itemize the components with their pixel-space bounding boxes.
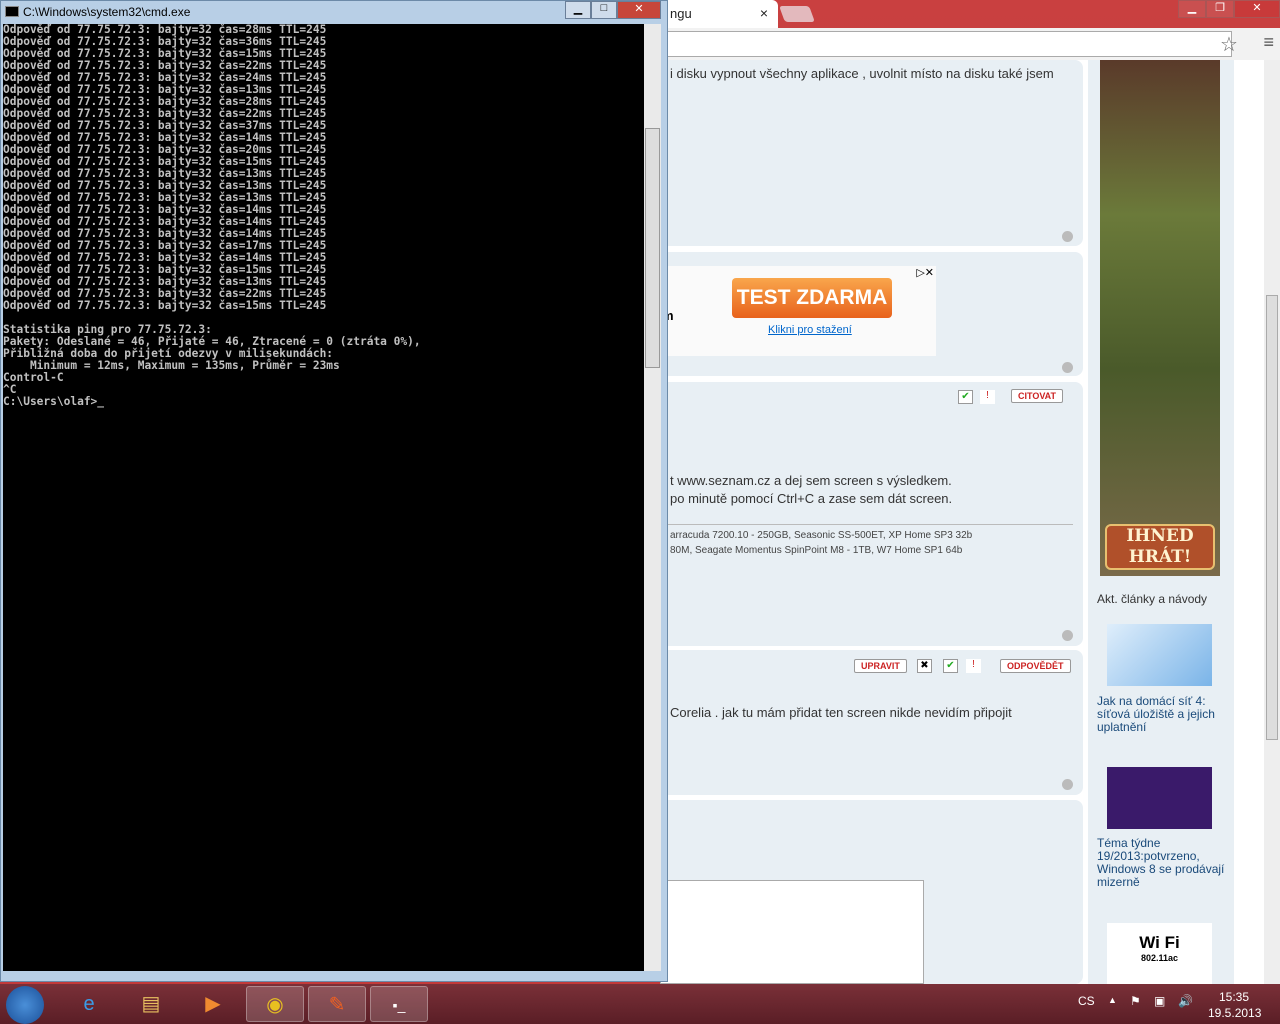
reply-area [660,800,1083,984]
address-bar[interactable] [660,31,1232,57]
web-page: i disku vypnout všechny aplikace , uvoln… [660,60,1264,985]
volume-icon[interactable]: 🔊 [1178,994,1193,1008]
scroll-top-icon[interactable] [1062,231,1073,242]
post-text: po minutě pomocí Ctrl+C a zase sem dát s… [670,491,953,506]
scroll-top-icon[interactable] [1062,630,1073,641]
article-link[interactable]: Jak na domácí síť 4: síťová úložiště a j… [1097,695,1225,734]
tab-title: ngu [670,6,692,21]
advertisement[interactable]: m TEST ZDARMA Klikni pro stažení ▷✕ [660,266,936,356]
cmd-icon [5,6,19,17]
browser-tab[interactable]: ngu × [660,0,778,28]
show-hidden-icons[interactable]: ▲ [1108,995,1117,1005]
ping-reply-line: Odpověď od 77.75.72.3: bajty=32 čas=15ms… [3,299,327,312]
maximize-button[interactable]: □ [591,1,617,19]
console-line: C:\Users\olaf>_ [3,395,105,408]
wifi-logo: Wi Fi [1139,933,1180,952]
bookmark-star-icon[interactable]: ☆ [1220,32,1238,57]
ad-link[interactable]: Klikni pro stažení [768,324,852,336]
minimize-button[interactable]: ▁ [565,1,591,19]
reply-textarea[interactable] [660,880,924,984]
play-now-button[interactable]: IHNED HRÁT! [1105,524,1215,570]
console-line: Minimum = 12ms, Maximum = 135ms, Průměr … [3,359,340,372]
signature-line: 80M, Seagate Momentus SpinPoint M8 - 1TB… [670,545,963,556]
action-center-flag-icon[interactable]: ⚑ [1130,994,1141,1008]
delete-icon[interactable]: ✖ [917,659,932,673]
restore-button[interactable]: ❐ [1206,0,1234,18]
ad-close-icon[interactable]: ▷✕ [916,266,934,279]
cmd-title-text: C:\Windows\system32\cmd.exe [23,5,191,19]
media-player-taskbar-button[interactable]: ▶ [184,986,242,1022]
new-tab-button[interactable] [779,6,815,22]
chrome-taskbar-button[interactable]: ◉ [246,986,304,1022]
windows8-article-thumbnail[interactable] [1107,767,1212,829]
report-icon[interactable]: ! [980,390,995,404]
chrome-window: ngu × ▁ ❐ ✕ ☆ ≡ i disku vypnout všechny apl… [660,0,1280,985]
signature-divider [668,524,1073,525]
quote-button[interactable]: CITOVAT [1011,389,1063,403]
sidebar-heading: Akt. články a návody [1097,592,1208,606]
post-3: UPRAVIT ✖ ✔ ! ODPOVĚDĚT Corelia . jak tu… [660,650,1083,795]
close-button[interactable]: ✕ [617,1,661,19]
scroll-top-icon[interactable] [1062,362,1073,373]
sidebar: IHNED HRÁT! Akt. články a návody Jak na … [1088,60,1234,985]
cmd-window-controls: ▁ □ ✕ [565,1,661,19]
game-ad-image[interactable]: IHNED HRÁT! [1100,60,1220,576]
signature-line: arracuda 7200.10 - 250GB, Seasonic SS-50… [670,530,973,541]
reply-button[interactable]: ODPOVĚDĚT [1000,659,1071,673]
scrollbar-thumb[interactable] [1266,295,1278,740]
window-controls: ▁ ❐ ✕ [1178,0,1280,18]
ad-button[interactable]: TEST ZDARMA [732,278,892,318]
post-1: i disku vypnout všechny aplikace , uvoln… [660,60,1083,246]
start-button[interactable] [6,986,44,1024]
console-scrollbar[interactable] [644,24,661,971]
like-icon[interactable]: ✔ [958,390,973,404]
ad-block: m TEST ZDARMA Klikni pro stažení ▷✕ [660,252,1083,376]
explorer-taskbar-button[interactable]: ▤ [122,986,180,1022]
menu-icon[interactable]: ≡ [1263,32,1274,53]
wifi-thumbnail[interactable]: Wi Fi 802.11ac [1107,923,1212,985]
close-button[interactable]: ✕ [1234,0,1280,18]
cmd-title: C:\Windows\system32\cmd.exe [5,5,190,19]
minimize-button[interactable]: ▁ [1178,0,1206,18]
console-line: Control-C [3,371,64,384]
wifi-subtitle: 802.11ac [1140,953,1179,963]
scroll-top-icon[interactable] [1062,779,1073,790]
report-icon[interactable]: ! [966,659,981,673]
post-2: ✔ ! CITOVAT t www.seznam.cz a dej sem sc… [660,382,1083,646]
network-article-thumbnail[interactable] [1107,624,1212,686]
cmd-window: C:\Windows\system32\cmd.exe ▁ □ ✕ Odpověď … [0,0,668,982]
network-icon[interactable]: ▣ [1154,994,1165,1008]
console-output[interactable]: Odpověď od 77.75.72.3: bajty=32 čas=28ms… [3,24,644,971]
post-text: i disku vypnout všechny aplikace , uvoln… [670,66,1054,81]
clock-time[interactable]: 15:35 [1219,990,1249,1004]
article-link[interactable]: Téma týdne 19/2013:potvrzeno, Windows 8 … [1097,837,1225,889]
like-icon[interactable]: ✔ [943,659,958,673]
edit-button[interactable]: UPRAVIT [854,659,907,673]
taskbar: e ▤ ▶ ◉ ✎ ▪_ CS ▲ ⚑ ▣ 🔊 15:35 19.5.2013 [0,984,1280,1024]
cmd-taskbar-button[interactable]: ▪_ [370,986,428,1022]
clock-date[interactable]: 19.5.2013 [1208,1006,1261,1020]
scrollbar-thumb[interactable] [645,128,660,368]
post-text: Corelia . jak tu mám přidat ten screen n… [670,705,1012,720]
page-scrollbar[interactable] [1264,60,1280,984]
tab-close-icon[interactable]: × [760,5,768,21]
language-indicator[interactable]: CS [1078,994,1095,1008]
browser-toolbar: ☆ ≡ [660,28,1280,60]
post-text: t www.seznam.cz a dej sem screen s výsle… [670,473,952,488]
ie-taskbar-button[interactable]: e [60,986,118,1022]
app-taskbar-button[interactable]: ✎ [308,986,366,1022]
